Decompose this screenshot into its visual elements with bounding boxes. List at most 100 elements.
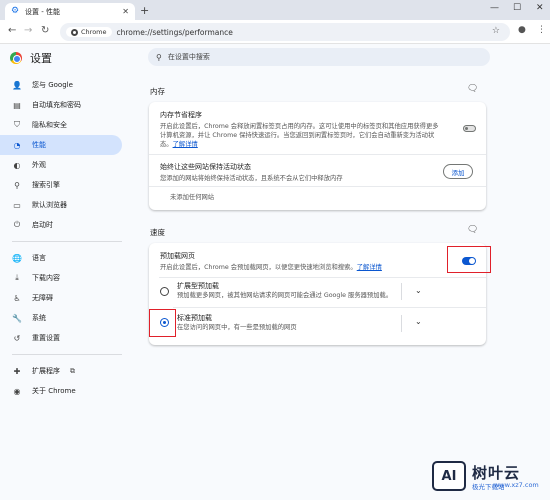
search-placeholder: 在设置中搜索 xyxy=(167,53,210,61)
watermark: AI 树叶云 极光下载站 www.xz7.com xyxy=(432,459,544,495)
sidebar-item-autofill[interactable]: ▤ 自动填充和密码 xyxy=(0,95,122,115)
reload-icon[interactable]: ↻ xyxy=(41,25,49,36)
sidebar-item-label: 重置设置 xyxy=(32,334,60,342)
url-text: chrome://settings/performance xyxy=(116,27,233,37)
keep-active-title: 始终让这些网站保持活动状态 xyxy=(160,163,251,171)
search-icon: ⚲ xyxy=(14,180,20,190)
sidebar-item-label: 下载内容 xyxy=(32,274,60,282)
tab-settings-performance[interactable]: ⚙ 设置 - 性能 ✕ xyxy=(5,3,135,20)
settings-nav: 👤 您与 Google ▤ 自动填充和密码 ⛉ 隐私和安全 ◔ 性能 ◐ 外观 ⚲ 搜索引擎… xyxy=(0,75,140,401)
sidebar-item-appearance[interactable]: ◐ 外观 xyxy=(0,155,122,175)
speedometer-icon: ◔ xyxy=(13,140,21,150)
memory-saver-row: 内存节省程序 开启此设置后，Chrome 会释放闲置标签页占用的内存。这可让使用… xyxy=(160,110,440,149)
speed-heading: 速度 xyxy=(150,228,165,237)
divider xyxy=(401,283,402,300)
watermark-badge: AI xyxy=(432,461,466,491)
highlight-box-radio xyxy=(149,309,176,337)
memory-saver-learn-more-link[interactable]: 了解详情 xyxy=(173,141,198,148)
sidebar-item-search-engine[interactable]: ⚲ 搜索引擎 xyxy=(0,175,122,195)
extended-preload-option[interactable]: 扩展型预加载 预加载更多网页，被其他网站请求的网页可能会通过 Google 服务… xyxy=(177,281,407,300)
feedback-icon[interactable]: 🗨 xyxy=(467,225,478,235)
wrench-icon: 🔧 xyxy=(12,313,22,323)
power-icon: ⏻ xyxy=(13,220,21,229)
tab-title: 设置 - 性能 xyxy=(25,7,60,16)
preload-learn-more-link[interactable]: 了解详情 xyxy=(357,264,382,271)
extended-preload-title: 扩展型预加载 xyxy=(177,282,219,290)
external-link-icon: ⧉ xyxy=(70,366,75,375)
browser-window-icon: ▭ xyxy=(13,200,21,210)
settings-search-input[interactable]: ⚲ 在设置中搜索 xyxy=(148,48,490,66)
search-icon: ⚲ xyxy=(156,52,162,62)
memory-saver-description: 开启此设置后，Chrome 会释放闲置标签页占用的内存。这可让使用中的标签页和其… xyxy=(160,122,440,149)
sidebar-divider xyxy=(12,354,122,355)
divider xyxy=(173,307,486,308)
sidebar-item-performance[interactable]: ◔ 性能 xyxy=(0,135,122,155)
highlight-box-toggle xyxy=(447,246,491,273)
sidebar-item-languages[interactable]: 🌐 语言 xyxy=(0,248,122,268)
sidebar-item-label: 自动填充和密码 xyxy=(32,101,81,109)
sidebar-item-you-and-google[interactable]: 👤 您与 Google xyxy=(0,75,122,95)
accessibility-icon: ♿ xyxy=(13,293,21,303)
keep-active-description: 您添加的网站将始终保持活动状态，且系统不会从它们中释放内存 xyxy=(160,175,343,182)
person-icon[interactable]: ● xyxy=(518,25,526,35)
sidebar-item-label: 关于 Chrome xyxy=(32,387,76,395)
chrome-logo-icon xyxy=(71,28,78,36)
extended-preload-radio[interactable] xyxy=(160,287,169,296)
chrome-logo-icon xyxy=(10,52,22,64)
standard-preload-option[interactable]: 标准预加载 在您访问的网页中，有一些是预加载的网页 xyxy=(177,313,407,332)
memory-saver-desc-text: 开启此设置后，Chrome 会释放闲置标签页占用的内存。这可让使用中的标签页和其… xyxy=(160,123,439,148)
keep-active-row: 始终让这些网站保持活动状态 您添加的网站将始终保持活动状态，且系统不会从它们中释… xyxy=(160,162,440,183)
download-icon: ⤓ xyxy=(15,273,19,282)
no-sites-text: 未添加任何网站 xyxy=(170,194,215,201)
puzzle-icon: ✚ xyxy=(13,366,21,376)
maximize-icon[interactable]: ☐ xyxy=(513,3,521,13)
standard-preload-title: 标准预加载 xyxy=(177,314,212,322)
settings-title: 设置 xyxy=(30,52,52,65)
memory-saver-toggle[interactable] xyxy=(463,125,476,132)
site-chip[interactable]: Chrome xyxy=(66,27,112,37)
divider xyxy=(401,315,402,332)
chevron-down-icon[interactable]: ⌄ xyxy=(415,286,422,295)
clipboard-icon: ▤ xyxy=(13,100,21,110)
kebab-menu-icon[interactable]: ⋮ xyxy=(537,25,546,35)
watermark-name: 树叶云 xyxy=(472,464,521,482)
feedback-icon[interactable]: 🗨 xyxy=(467,84,478,94)
settings-sidebar: 设置 👤 您与 Google ▤ 自动填充和密码 ⛉ 隐私和安全 ◔ 性能 ◐ 外观 ⚲ 搜… xyxy=(0,45,140,500)
chrome-logo-icon: ◉ xyxy=(13,386,21,396)
sidebar-item-extensions[interactable]: ✚ 扩展程序 ⧉ xyxy=(0,361,122,381)
preload-desc-text: 开启此设置后，Chrome 会预加载网页，以便您更快速地浏览和搜索。 xyxy=(160,264,357,271)
sidebar-item-default-browser[interactable]: ▭ 默认浏览器 xyxy=(0,195,122,215)
shield-icon: ⛉ xyxy=(14,120,20,129)
sidebar-item-privacy[interactable]: ⛉ 隐私和安全 xyxy=(0,115,122,135)
reset-icon: ↺ xyxy=(13,333,21,343)
sidebar-item-about[interactable]: ◉ 关于 Chrome xyxy=(0,381,122,401)
sidebar-item-label: 性能 xyxy=(32,141,46,149)
chevron-down-icon[interactable]: ⌄ xyxy=(415,317,422,326)
close-icon[interactable]: ✕ xyxy=(536,3,544,13)
globe-icon: 🌐 xyxy=(12,253,22,263)
preload-description: 开启此设置后，Chrome 会预加载网页，以便您更快速地浏览和搜索。了解详情 xyxy=(160,263,440,272)
address-bar[interactable]: Chrome chrome://settings/performance ☆ xyxy=(60,23,510,41)
sidebar-item-label: 您与 Google xyxy=(32,81,73,89)
sidebar-divider xyxy=(12,241,122,242)
sidebar-item-on-startup[interactable]: ⏻ 启动时 xyxy=(0,215,122,235)
plus-icon[interactable]: + xyxy=(140,4,149,17)
sidebar-item-label: 隐私和安全 xyxy=(32,121,67,129)
site-chip-label: Chrome xyxy=(81,28,107,36)
gear-icon: ⚙ xyxy=(11,6,20,16)
sidebar-item-reset[interactable]: ↺ 重置设置 xyxy=(0,328,122,348)
star-icon[interactable]: ☆ xyxy=(492,26,500,36)
minimize-icon[interactable]: — xyxy=(490,3,499,13)
close-icon[interactable]: ✕ xyxy=(122,7,129,16)
sidebar-item-label: 启动时 xyxy=(32,221,53,229)
sidebar-item-label: 默认浏览器 xyxy=(32,201,67,209)
sidebar-item-downloads[interactable]: ⤓ 下载内容 xyxy=(0,268,122,288)
back-arrow-icon[interactable]: ← xyxy=(8,25,16,36)
sidebar-item-system[interactable]: 🔧 系统 xyxy=(0,308,122,328)
forward-arrow-icon[interactable]: → xyxy=(24,25,32,36)
extended-preload-description: 预加载更多网页，被其他网站请求的网页可能会通过 Google 服务器预加载。 xyxy=(177,292,393,299)
divider xyxy=(149,186,486,187)
add-site-button[interactable]: 添加 xyxy=(443,164,473,179)
memory-card: 内存节省程序 开启此设置后，Chrome 会释放闲置标签页占用的内存。这可让使用… xyxy=(149,102,486,210)
sidebar-item-accessibility[interactable]: ♿ 无障碍 xyxy=(0,288,122,308)
